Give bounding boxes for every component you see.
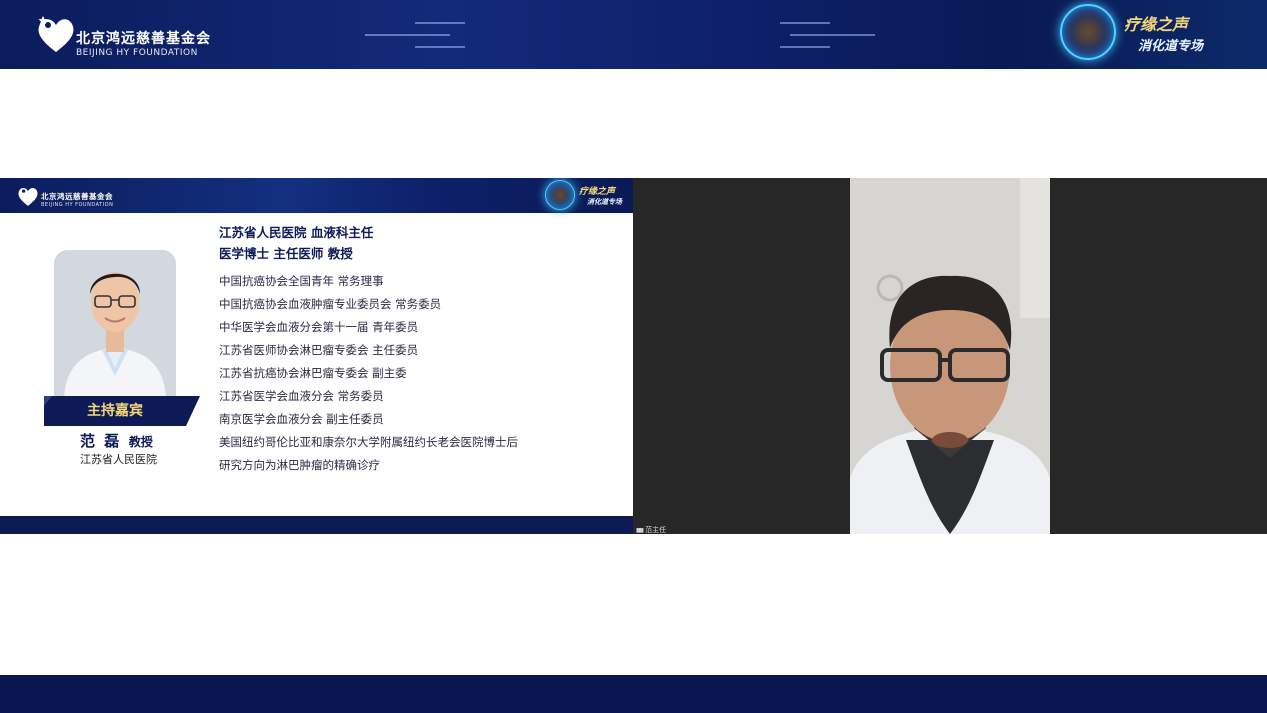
slide-event-subtitle: 消化道专场 <box>587 197 622 206</box>
bio-line: 江苏省抗癌协会淋巴瘤专委会 副主委 <box>219 366 407 380</box>
bio-line: 研究方向为淋巴肿瘤的精确诊疗 <box>219 458 380 472</box>
host-photo <box>54 250 176 398</box>
signal-bars-icon: ▮▮▮ <box>636 527 644 534</box>
slide-event-title: 疗缘之声 <box>579 186 616 197</box>
slide-footer <box>0 516 633 534</box>
bio-line: 江苏省医学会血液分会 常务委员 <box>219 389 384 403</box>
banner-streak <box>780 22 830 24</box>
foundation-logo: 北京鸿远慈善基金会 BEIJING HY FOUNDATION <box>34 10 211 58</box>
stomach-emblem-icon <box>1060 4 1116 60</box>
slide-header: 北京鸿远慈善基金会 BEIJING HY FOUNDATION 疗缘之声 消化道… <box>0 178 633 213</box>
stomach-emblem-icon <box>545 180 575 210</box>
bio-headline-1: 江苏省人民医院 血液科主任 <box>219 225 374 240</box>
host-name: 范 磊 <box>80 432 122 450</box>
bio-line: 中国抗癌协会血液肿瘤专业委员会 常务委员 <box>219 297 442 311</box>
bio-line: 中国抗癌协会全国青年 常务理事 <box>219 274 384 288</box>
banner-streak <box>780 46 830 48</box>
heart-logo-icon <box>18 187 38 206</box>
heart-logo-icon <box>38 16 74 52</box>
bio-headline-2: 医学博士 主任医师 教授 <box>219 246 353 261</box>
slide-logo-cn: 北京鸿远慈善基金会 <box>41 192 113 201</box>
banner-streak <box>415 46 465 48</box>
banner-streak <box>790 34 875 36</box>
bottom-bar <box>0 675 1267 713</box>
slide-foundation-logo: 北京鸿远慈善基金会 BEIJING HY FOUNDATION <box>16 183 113 208</box>
shared-slide: 北京鸿远慈善基金会 BEIJING HY FOUNDATION 疗缘之声 消化道… <box>0 178 633 534</box>
bio-line: 南京医学会血液分会 副主任委员 <box>219 412 384 426</box>
host-title: 教授 <box>128 435 153 449</box>
top-banner: 北京鸿远慈善基金会 BEIJING HY FOUNDATION 疗缘之声 消化道… <box>0 0 1267 69</box>
participant-camera-image <box>850 178 1050 534</box>
host-label-text: 主持嘉宾 <box>87 403 143 419</box>
slide-logo-en: BEIJING HY FOUNDATION <box>41 202 114 208</box>
host-portrait-image <box>54 250 176 398</box>
bio-line: 江苏省医师协会淋巴瘤专委会 主任委员 <box>219 343 419 357</box>
host-institution: 江苏省人民医院 <box>80 453 157 466</box>
banner-streak <box>415 22 465 24</box>
bio-line: 中华医学会血液分会第十一届 青年委员 <box>219 320 419 334</box>
banner-streak <box>365 34 450 36</box>
participant-name: 范主任 <box>645 526 667 534</box>
bio-line: 美国纽约哥伦比亚和康奈尔大学附属纽约长老会医院博士后 <box>219 435 518 449</box>
participant-name-tag: ▮▮▮ 范主任 <box>636 525 666 535</box>
logo-cn-text: 北京鸿远慈善基金会 <box>76 31 211 47</box>
participant-video-feed[interactable] <box>850 178 1050 534</box>
host-name-row: 范 磊 教授 <box>80 430 153 451</box>
logo-en-text: BEIJING HY FOUNDATION <box>76 48 198 58</box>
event-title: 疗缘之声 <box>1124 14 1189 34</box>
slide-event-badge: 疗缘之声 消化道专场 <box>545 180 622 210</box>
event-badge: 疗缘之声 消化道专场 <box>1060 4 1203 60</box>
event-subtitle: 消化道专场 <box>1138 38 1204 54</box>
